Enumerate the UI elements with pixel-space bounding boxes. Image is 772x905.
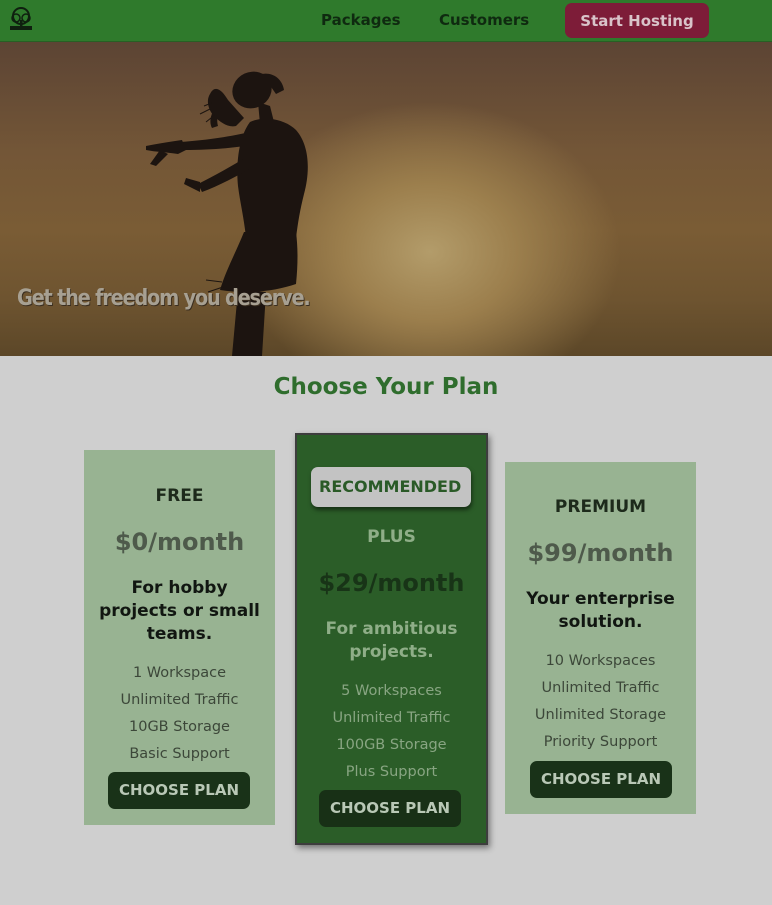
plan-name: PLUS [367, 527, 416, 547]
plan-card-plus: RECOMMENDED PLUS $29/month For ambitious… [295, 433, 488, 845]
plan-description: Your enterprise solution. [526, 589, 675, 632]
feature-list: 1 Workspace Unlimited Traffic 10GB Stora… [84, 660, 275, 768]
plan-card-free: FREE $0/month For hobby projects or smal… [84, 450, 275, 825]
hero-banner: Get the freedom you deserve. [0, 42, 772, 356]
nav-customers-link[interactable]: Customers [439, 0, 529, 40]
feature-item: Unlimited Traffic [120, 692, 239, 708]
start-hosting-button[interactable]: Start Hosting [565, 3, 709, 38]
feature-item: Priority Support [543, 734, 658, 750]
tree-icon[interactable] [8, 6, 34, 32]
recommended-badge: RECOMMENDED [311, 467, 471, 507]
page: Packages Customers Start Hosting Get the… [0, 0, 772, 905]
feature-item: 1 Workspace [132, 665, 227, 681]
feature-list: 10 Workspaces Unlimited Traffic Unlimite… [505, 648, 696, 756]
plan-description: For hobby projects or small teams. [99, 578, 260, 644]
feature-item: 10 Workspaces [545, 653, 656, 669]
choose-plan-free-button[interactable]: CHOOSE PLAN [108, 772, 250, 809]
feature-item: 5 Workspaces [341, 683, 442, 699]
feature-list: 5 Workspaces Unlimited Traffic 100GB Sto… [297, 678, 486, 786]
nav-packages-link[interactable]: Packages [321, 0, 401, 40]
choose-plan-plus-button[interactable]: CHOOSE PLAN [319, 790, 461, 827]
choose-plan-premium-button[interactable]: CHOOSE PLAN [530, 761, 672, 798]
plan-name: PREMIUM [554, 497, 647, 517]
feature-item: Basic Support [129, 746, 230, 762]
feature-item: Unlimited Traffic [332, 710, 451, 726]
plan-price: $0/month [114, 528, 245, 556]
feature-item: Unlimited Traffic [541, 680, 660, 696]
hero-tagline: Get the freedom you deserve. [17, 286, 311, 311]
plan-name: FREE [155, 486, 204, 506]
plan-price: $29/month [318, 569, 465, 597]
feature-item: Unlimited Storage [534, 707, 667, 723]
feature-item: 10GB Storage [129, 719, 230, 735]
feature-item: 100GB Storage [336, 737, 447, 753]
pricing-section-title: Choose Your Plan [273, 374, 499, 400]
plan-price: $99/month [527, 539, 674, 567]
top-nav-bar: Packages Customers Start Hosting [0, 0, 772, 42]
plan-description: For ambitious projects. [325, 619, 458, 662]
feature-item: Plus Support [345, 764, 438, 780]
plan-card-premium: PREMIUM $99/month Your enterprise soluti… [505, 462, 696, 814]
